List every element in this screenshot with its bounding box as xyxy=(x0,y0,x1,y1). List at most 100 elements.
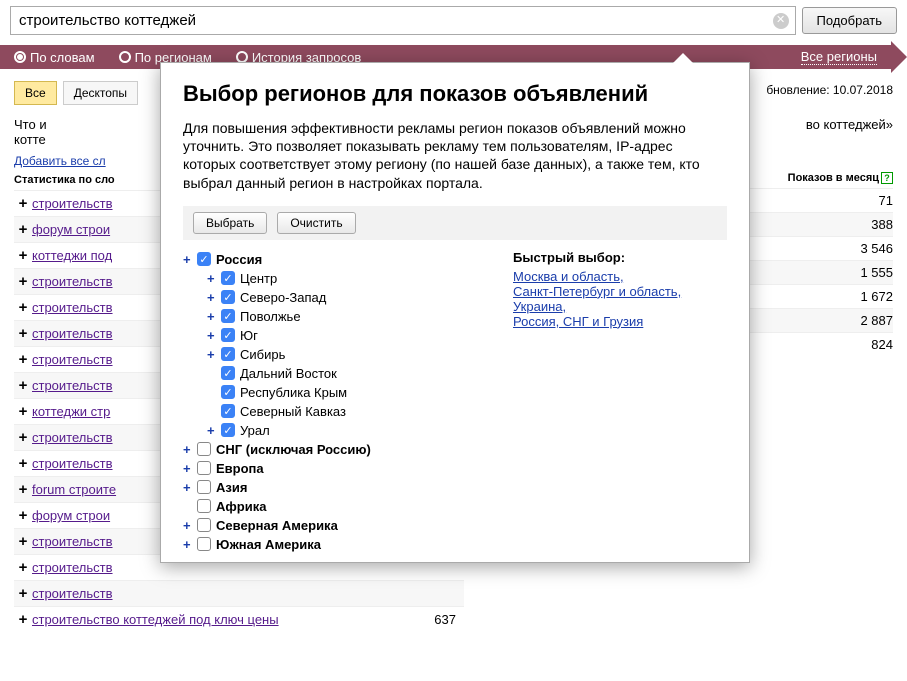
add-icon[interactable]: + xyxy=(14,299,32,316)
quick-link[interactable]: Санкт-Петербург и область, xyxy=(513,284,681,299)
quick-link[interactable]: Россия, СНГ и Грузия xyxy=(513,314,681,329)
add-icon[interactable]: + xyxy=(14,351,32,368)
region-checkbox[interactable] xyxy=(221,328,235,342)
region-checkbox[interactable] xyxy=(197,442,211,456)
region-label[interactable]: СНГ (исключая Россию) xyxy=(216,442,371,457)
add-icon[interactable]: + xyxy=(14,559,32,576)
expand-icon[interactable]: + xyxy=(207,271,221,286)
region-label[interactable]: Северо-Запад xyxy=(240,290,326,305)
region-label[interactable]: Южная Америка xyxy=(216,537,321,552)
add-icon[interactable]: + xyxy=(14,377,32,394)
quick-link[interactable]: Москва и область, xyxy=(513,269,681,284)
add-icon[interactable]: + xyxy=(14,195,32,212)
clear-icon[interactable]: ✕ xyxy=(773,13,789,29)
region-label[interactable]: Юг xyxy=(240,328,258,343)
region-checkbox[interactable] xyxy=(221,366,235,380)
tree-node: Республика Крым xyxy=(183,383,483,402)
region-checkbox[interactable] xyxy=(197,461,211,475)
mode-by-words[interactable]: По словам xyxy=(14,50,95,65)
quick-title: Быстрый выбор: xyxy=(513,250,681,265)
add-icon[interactable]: + xyxy=(14,429,32,446)
add-icon[interactable]: + xyxy=(14,403,32,420)
region-label[interactable]: Республика Крым xyxy=(240,385,347,400)
keyword-count: 637 xyxy=(404,612,464,627)
region-checkbox[interactable] xyxy=(197,499,211,513)
region-label[interactable]: Центр xyxy=(240,271,277,286)
tree-node: + Европа xyxy=(183,459,483,478)
expand-icon[interactable]: + xyxy=(183,252,197,267)
tab-all[interactable]: Все xyxy=(14,81,57,105)
tree-node: + Юг xyxy=(183,326,483,345)
add-icon[interactable]: + xyxy=(14,325,32,342)
region-checkbox[interactable] xyxy=(221,271,235,285)
region-checkbox[interactable] xyxy=(197,537,211,551)
search-input[interactable] xyxy=(11,7,773,34)
search-input-wrap: ✕ xyxy=(10,6,796,35)
submit-button[interactable]: Подобрать xyxy=(802,7,897,34)
add-icon[interactable]: + xyxy=(14,247,32,264)
keyword-link[interactable]: строительство коттеджей под ключ цены xyxy=(32,612,404,627)
region-label[interactable]: Азия xyxy=(216,480,247,495)
tree-node: + Северная Америка xyxy=(183,516,483,535)
region-label[interactable]: Россия xyxy=(216,252,262,267)
tree-node: + Южная Америка xyxy=(183,535,483,554)
region-checkbox[interactable] xyxy=(197,480,211,494)
expand-icon[interactable]: + xyxy=(207,290,221,305)
region-label[interactable]: Северный Кавказ xyxy=(240,404,346,419)
add-icon[interactable]: + xyxy=(14,585,32,602)
add-icon[interactable]: + xyxy=(14,611,32,628)
region-checkbox[interactable] xyxy=(221,385,235,399)
expand-icon[interactable]: + xyxy=(207,347,221,362)
add-icon[interactable]: + xyxy=(14,273,32,290)
tree-node: + Северо-Запад xyxy=(183,288,483,307)
expand-icon[interactable]: + xyxy=(183,442,197,457)
region-checkbox[interactable] xyxy=(221,404,235,418)
region-checkbox[interactable] xyxy=(221,290,235,304)
expand-icon[interactable]: + xyxy=(207,423,221,438)
quick-link[interactable]: Украина, xyxy=(513,299,681,314)
expand-icon[interactable]: + xyxy=(183,537,197,552)
region-label[interactable]: Урал xyxy=(240,423,270,438)
keyword-link[interactable]: строительств xyxy=(32,586,404,601)
expand-icon[interactable]: + xyxy=(207,309,221,324)
tree-node: + Азия xyxy=(183,478,483,497)
popup-desc: Для повышения эффективности рекламы реги… xyxy=(183,119,727,192)
region-label[interactable]: Африка xyxy=(216,499,266,514)
select-button[interactable]: Выбрать xyxy=(193,212,267,234)
update-info: бновление: 10.07.2018 xyxy=(766,83,893,97)
expand-icon[interactable]: + xyxy=(183,461,197,476)
help-icon[interactable]: ? xyxy=(881,172,893,184)
tree-node: Дальний Восток xyxy=(183,364,483,383)
region-label[interactable]: Сибирь xyxy=(240,347,285,362)
region-checkbox[interactable] xyxy=(221,423,235,437)
radio-icon xyxy=(14,51,26,63)
tree-node: + Поволжье xyxy=(183,307,483,326)
region-label[interactable]: Дальний Восток xyxy=(240,366,337,381)
region-checkbox[interactable] xyxy=(221,309,235,323)
tree-node: + Центр xyxy=(183,269,483,288)
add-icon[interactable]: + xyxy=(14,481,32,498)
region-label[interactable]: Европа xyxy=(216,461,264,476)
region-label[interactable]: Северная Америка xyxy=(216,518,338,533)
expand-icon[interactable]: + xyxy=(183,518,197,533)
add-all-link[interactable]: Добавить все сл xyxy=(14,154,106,168)
popup-title: Выбор регионов для показов объявлений xyxy=(183,81,727,107)
region-checkbox[interactable] xyxy=(221,347,235,361)
region-checkbox[interactable] xyxy=(197,518,211,532)
expand-icon[interactable]: + xyxy=(183,480,197,495)
tab-desktop[interactable]: Десктопы xyxy=(63,81,138,105)
add-icon[interactable]: + xyxy=(14,221,32,238)
tree-node: + Сибирь xyxy=(183,345,483,364)
region-checkbox[interactable] xyxy=(197,252,211,266)
add-icon[interactable]: + xyxy=(14,455,32,472)
tree-node: Африка xyxy=(183,497,483,516)
arrow-end-icon xyxy=(891,41,907,73)
all-regions-link[interactable]: Все регионы xyxy=(801,49,877,65)
region-popup: Выбор регионов для показов объявлений Дл… xyxy=(160,62,750,563)
region-label[interactable]: Поволжье xyxy=(240,309,301,324)
clear-button[interactable]: Очистить xyxy=(277,212,355,234)
expand-icon[interactable]: + xyxy=(207,328,221,343)
add-icon[interactable]: + xyxy=(14,507,32,524)
tree-node: + Россия xyxy=(183,250,483,269)
add-icon[interactable]: + xyxy=(14,533,32,550)
